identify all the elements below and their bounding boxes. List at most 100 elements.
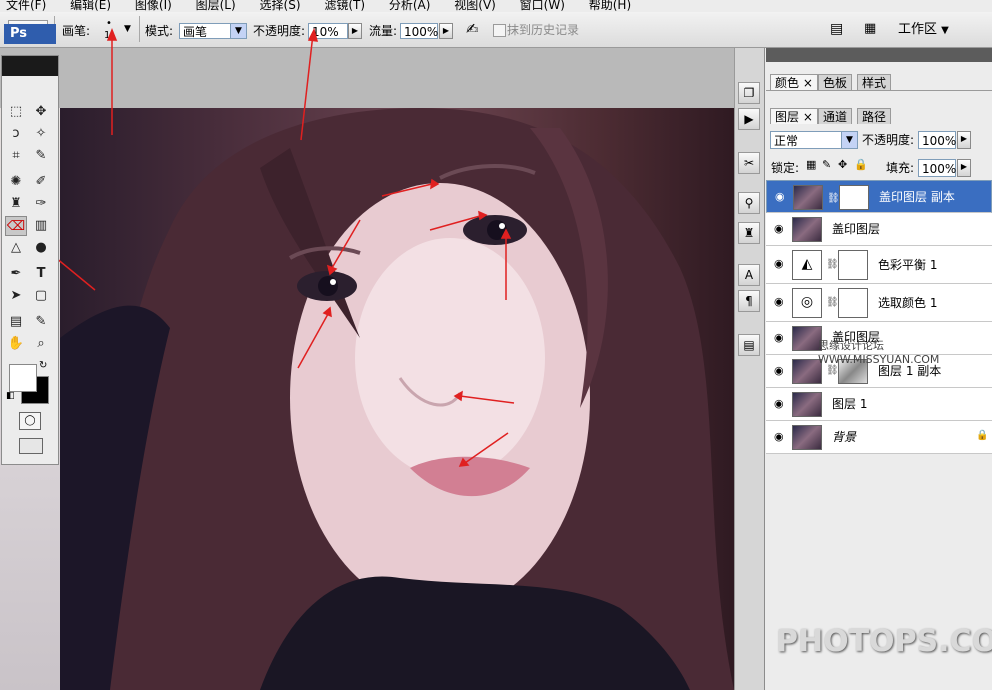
panel-group-header[interactable] (766, 48, 992, 62)
chain-link-icon[interactable]: ⛓ (826, 297, 839, 308)
layer-opacity-slider-button[interactable]: ▶ (957, 131, 971, 149)
clone-source-icon[interactable]: ♜ (738, 222, 760, 244)
tab-styles[interactable]: 样式 (857, 74, 892, 90)
pen-tool-icon[interactable]: ✒ (5, 264, 27, 284)
crop-tool-icon[interactable]: ⌗ (5, 146, 27, 166)
eye-icon[interactable]: ◉ (774, 365, 788, 377)
tool-grid: ⬚ ✥ ↄ ✧ ⌗ ✎ ✺ ✐ ♜ ✑ ⌫ ▥ △ ● ✒ T ➤ ▢ ▤ ✎ … (5, 46, 55, 456)
character-panel-icon[interactable]: A (738, 264, 760, 286)
swap-colors-icon[interactable]: ↻ (39, 360, 47, 371)
eye-icon[interactable]: ◉ (774, 431, 788, 443)
type-tool-icon[interactable]: T (30, 264, 52, 284)
healing-tool-icon[interactable]: ✺ (5, 172, 27, 192)
eye-icon[interactable]: ◉ (774, 223, 788, 235)
layer-row[interactable]: ◉ ⛓ 盖印图层 副本 (766, 180, 992, 213)
lock-transparency-icon[interactable]: ▦ (806, 158, 816, 171)
gradient-tool-icon[interactable]: ▥ (30, 216, 52, 236)
photops-watermark: PHOTOPS.COM (776, 624, 992, 659)
layer-row[interactable]: ◉ ◭ ⛓ 色彩平衡 1 (766, 246, 992, 284)
annotation-arrow-opacity (300, 33, 314, 141)
brush-tool-icon[interactable]: ✐ (30, 172, 52, 192)
magic-wand-tool-icon[interactable]: ✧ (30, 124, 52, 144)
path-select-tool-icon[interactable]: ➤ (5, 286, 27, 306)
lasso-tool-icon[interactable]: ↄ (5, 124, 27, 144)
foreground-color-swatch[interactable] (9, 364, 37, 392)
tab-color[interactable]: 颜色 × (770, 74, 818, 90)
lock-all-icon[interactable]: 🔒 (854, 158, 868, 171)
layer-opacity-value: 100% (922, 134, 957, 148)
layer-row[interactable]: ◉ ◎ ⛓ 选取颜色 1 (766, 284, 992, 322)
chevron-down-icon: ▼ (941, 25, 949, 36)
arrow-right-icon: ▶ (960, 134, 968, 143)
eyedropper2-tool-icon[interactable]: ✎ (30, 312, 52, 332)
lock-label: 锁定: (771, 161, 800, 175)
screen-mode-icon[interactable] (19, 438, 43, 454)
annotation-overlay (13, 27, 319, 291)
chain-link-icon[interactable]: ⛓ (826, 259, 839, 270)
tab-paths[interactable]: 路径 (857, 108, 892, 124)
layer-name: 背景 (832, 430, 857, 444)
palette-well-icon[interactable]: ▤ (830, 21, 843, 37)
hand-tool-icon[interactable]: ✋ (5, 334, 27, 354)
arrow-right-icon: ▶ (960, 162, 968, 171)
site-watermark: 思缘设计论坛 WWW.MISSYUAN.COM (818, 339, 940, 366)
layer-thumbnail (792, 425, 822, 450)
stamp-tool-icon[interactable]: ♜ (5, 194, 27, 214)
workspace-label: 工作区 (898, 22, 938, 37)
layer-opacity-input[interactable]: 100% (918, 131, 956, 149)
eraser-tool-icon[interactable]: ⌫ (5, 216, 27, 236)
paragraph-panel-icon[interactable]: ¶ (738, 290, 760, 312)
fill-input[interactable]: 100% (918, 159, 956, 177)
eye-icon[interactable]: ◉ (775, 191, 789, 203)
marquee-tool-icon[interactable]: ⬚ (5, 102, 27, 122)
panel-dock-collapsed (734, 48, 764, 690)
tab-channels[interactable]: 通道 (818, 108, 853, 124)
layer-name: 图层 1 (832, 397, 868, 411)
layer-thumbnail (793, 185, 823, 210)
shape-tool-icon[interactable]: ▢ (30, 286, 52, 306)
blur-tool-icon[interactable]: △ (5, 238, 27, 258)
eye-icon[interactable]: ◉ (774, 332, 788, 344)
layer-mask-thumbnail[interactable] (838, 250, 868, 280)
divider (766, 90, 992, 91)
lock-pixels-icon[interactable]: ✎ (822, 158, 831, 171)
blend-mode-select[interactable]: 正常 ▼ (770, 131, 858, 149)
layer-mask-thumbnail[interactable] (838, 288, 868, 318)
actions-panel-icon[interactable]: ▶ (738, 108, 760, 130)
dodge-tool-icon[interactable]: ● (30, 238, 52, 258)
layer-thumbnail (792, 392, 822, 417)
lock-position-icon[interactable]: ✥ (838, 158, 847, 171)
tools-preset-icon[interactable]: ✂ (738, 152, 760, 174)
layer-opacity-label: 不透明度: (862, 133, 915, 147)
tab-swatches[interactable]: 色板 (818, 74, 853, 90)
layer-comps-icon[interactable]: ▤ (738, 334, 760, 356)
layer-name: 盖印图层 副本 (879, 190, 955, 204)
eye-icon[interactable]: ◉ (774, 398, 788, 410)
notes-tool-icon[interactable]: ▤ (5, 312, 27, 332)
eyedropper-tool-icon[interactable]: ✎ (30, 146, 52, 166)
eye-icon[interactable]: ◉ (774, 258, 788, 270)
layer-name: 色彩平衡 1 (878, 258, 938, 272)
quick-mask-icon[interactable]: ◯ (19, 412, 41, 430)
annotation-arrowhead-opacity (307, 27, 319, 42)
brushes-panel-icon[interactable]: ⚲ (738, 192, 760, 214)
default-colors-icon[interactable]: ◧ (6, 391, 15, 401)
layer-row[interactable]: ◉ 背景 🔒 (766, 421, 992, 454)
bridge-icon[interactable]: ▦ (864, 21, 876, 36)
selective-color-icon: ◎ (792, 288, 822, 318)
chain-link-icon[interactable]: ⛓ (826, 365, 839, 376)
history-brush-tool-icon[interactable]: ✑ (30, 194, 52, 214)
zoom-tool-icon[interactable]: ⌕ (30, 334, 52, 354)
tab-layers[interactable]: 图层 × (770, 108, 818, 124)
fill-slider-button[interactable]: ▶ (957, 159, 971, 177)
workspace-menu[interactable]: 工作区 ▼ (898, 20, 960, 40)
blend-mode-value: 正常 (774, 134, 799, 148)
chain-link-icon[interactable]: ⛓ (827, 191, 840, 207)
layer-name: 盖印图层 (832, 222, 881, 236)
layer-row[interactable]: ◉ 盖印图层 (766, 213, 992, 246)
eye-icon[interactable]: ◉ (774, 296, 788, 308)
history-panel-icon[interactable]: ❐ (738, 82, 760, 104)
layer-row[interactable]: ◉ 图层 1 (766, 388, 992, 421)
move-tool-icon[interactable]: ✥ (30, 102, 52, 122)
layer-mask-thumbnail[interactable] (839, 185, 869, 210)
